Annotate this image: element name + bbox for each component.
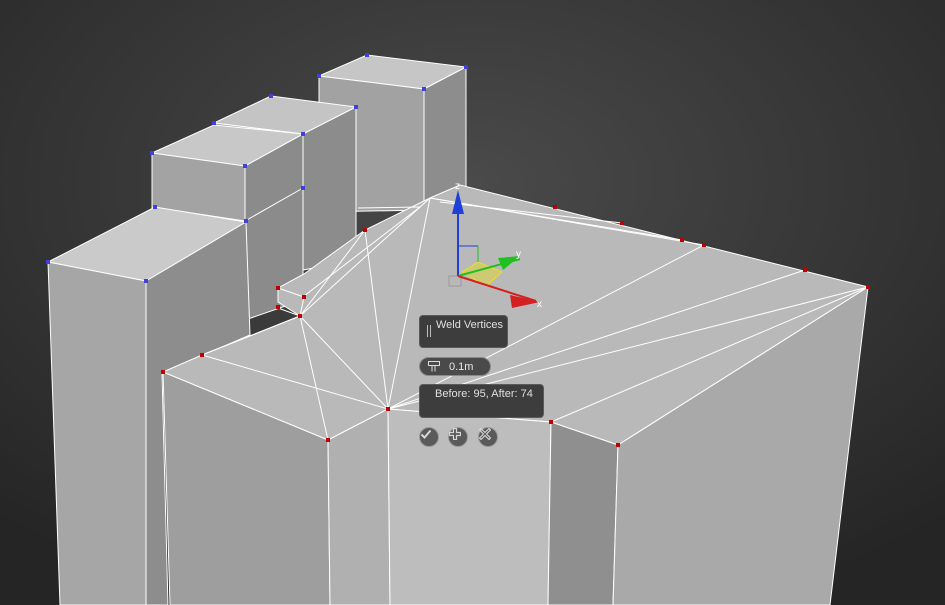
weld-result-readout: Before: 95, After: 74 <box>419 384 544 418</box>
weld-threshold-value: 0.1m <box>449 361 474 373</box>
apply-and-continue-button[interactable] <box>448 427 468 447</box>
weld-threshold-icon <box>428 361 440 372</box>
gizmo-y-label: y <box>516 249 521 260</box>
gizmo-x-label: x <box>537 299 542 310</box>
drag-grip-icon[interactable] <box>427 325 431 337</box>
perspective-viewport[interactable]: z y x Weld Vertices 0.1m Before: 95, Aft… <box>0 0 945 605</box>
cancel-button[interactable] <box>478 427 498 447</box>
weld-result-text: Before: 95, After: 74 <box>435 388 533 400</box>
mesh-render[interactable]: z y x <box>0 0 945 605</box>
gizmo-z-label: z <box>455 181 460 192</box>
checkmark-icon <box>420 429 432 439</box>
weld-caddy-title[interactable]: Weld Vertices <box>419 315 508 348</box>
ok-button[interactable] <box>419 427 439 447</box>
caddy-title-label: Weld Vertices <box>436 319 504 331</box>
weld-threshold-field[interactable]: 0.1m <box>419 357 491 376</box>
plus-icon <box>449 428 461 440</box>
x-icon <box>479 428 491 440</box>
